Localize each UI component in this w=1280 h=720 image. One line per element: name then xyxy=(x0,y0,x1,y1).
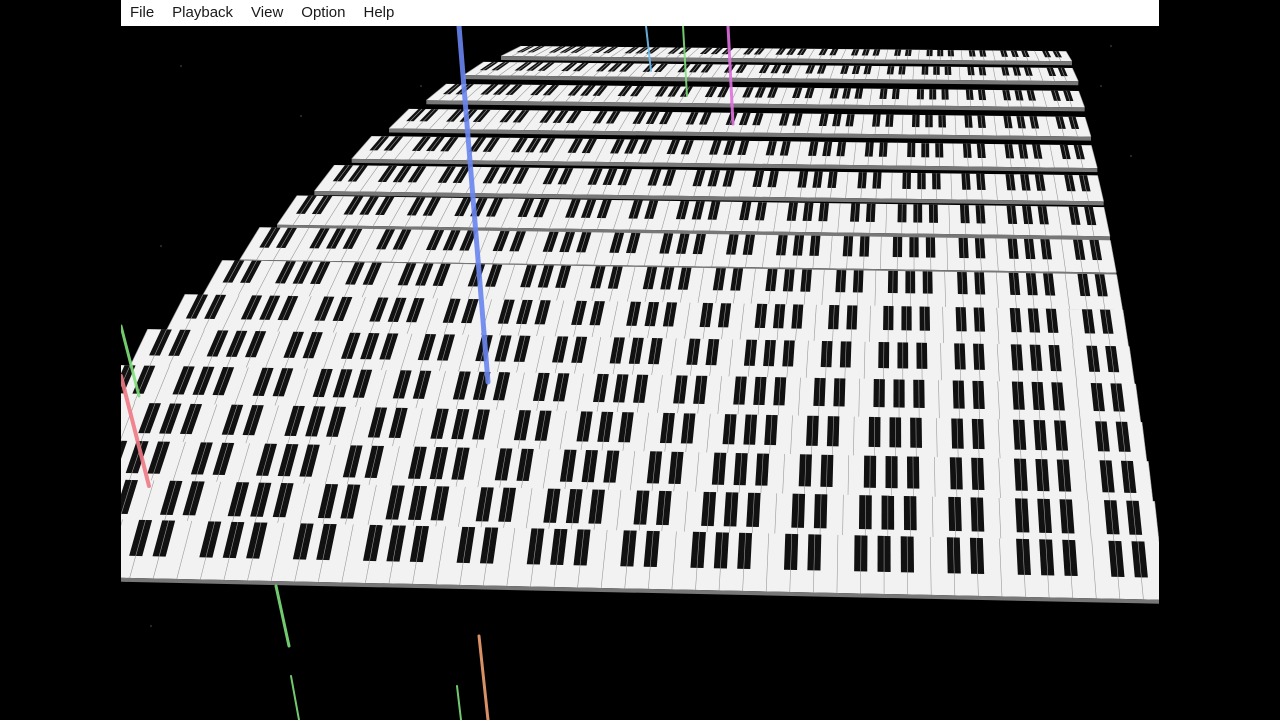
menu-option[interactable]: Option xyxy=(292,0,354,26)
menu-playback[interactable]: Playback xyxy=(163,0,242,26)
star xyxy=(150,625,152,627)
render-viewport[interactable] xyxy=(121,26,1159,720)
piano-visualizer-window: File Playback View Option Help xyxy=(121,0,1159,720)
menu-view[interactable]: View xyxy=(242,0,292,26)
menu-help[interactable]: Help xyxy=(355,0,404,26)
keyboard-scene xyxy=(121,26,1159,720)
star xyxy=(300,115,302,117)
star xyxy=(160,245,162,247)
menu-file[interactable]: File xyxy=(121,0,163,26)
star xyxy=(1100,85,1102,87)
star xyxy=(1130,155,1132,157)
star xyxy=(420,85,422,87)
star xyxy=(1110,45,1112,47)
star xyxy=(180,65,182,67)
menu-bar: File Playback View Option Help xyxy=(121,0,1159,26)
